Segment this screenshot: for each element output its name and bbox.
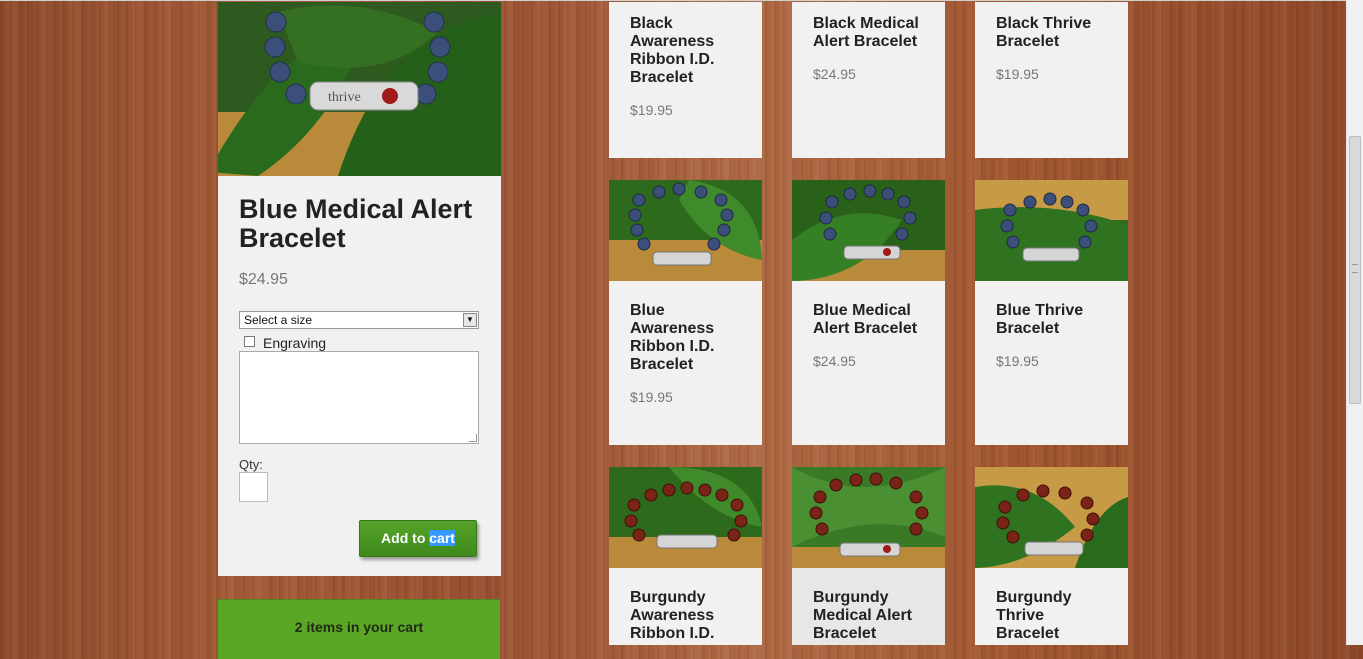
product-card[interactable]: Burgundy Thrive Bracelet <box>975 467 1128 645</box>
product-card[interactable]: Blue Thrive Bracelet $19.95 <box>975 180 1128 445</box>
product-name[interactable]: Burgundy Awareness Ribbon I.D. <box>630 589 745 643</box>
product-thumbnail[interactable] <box>792 180 945 281</box>
product-name[interactable]: Black Medical Alert Bracelet <box>813 15 928 51</box>
engraving-textarea[interactable] <box>239 351 479 444</box>
resize-grip-icon[interactable] <box>469 434 477 442</box>
product-name[interactable]: Burgundy Medical Alert Bracelet <box>813 589 928 643</box>
product-name[interactable]: Black Awareness Ribbon I.D. Bracelet <box>630 15 745 87</box>
product-card[interactable]: Burgundy Awareness Ribbon I.D. <box>609 467 762 645</box>
size-select-value: Select a size <box>244 313 313 327</box>
cart-summary-text: 2 items in your cart <box>294 619 424 635</box>
product-price: $19.95 <box>630 102 673 118</box>
product-name[interactable]: Blue Awareness Ribbon I.D. Bracelet <box>630 302 745 374</box>
product-price: $19.95 <box>996 353 1039 369</box>
qty-input[interactable] <box>239 472 268 502</box>
scrollbar-thumb[interactable] <box>1349 136 1361 404</box>
product-name[interactable]: Blue Medical Alert Bracelet <box>813 302 928 338</box>
product-price: $24.95 <box>239 271 288 288</box>
vertical-scrollbar[interactable] <box>1346 0 1363 645</box>
product-card[interactable]: Blue Medical Alert Bracelet $24.95 <box>792 180 945 445</box>
product-price: $19.95 <box>630 389 673 405</box>
cart-summary-bar[interactable]: 2 items in your cart <box>218 599 500 659</box>
add-to-cart-label: Add to <box>381 530 430 546</box>
engraving-label: Engraving <box>263 335 327 351</box>
product-image: thrive <box>218 2 501 176</box>
product-detail-panel: Blue Medical Alert Bracelet $24.95 Selec… <box>218 176 501 576</box>
scrollbar-grip-icon <box>1352 264 1358 273</box>
svg-text:thrive: thrive <box>328 90 361 105</box>
product-thumbnail[interactable] <box>975 467 1128 568</box>
add-to-cart-label-selected: cart <box>429 530 455 546</box>
product-thumbnail[interactable] <box>975 180 1128 281</box>
qty-label: Qty: <box>239 457 263 472</box>
product-card[interactable]: Black Thrive Bracelet $19.95 <box>975 2 1128 158</box>
top-border <box>0 0 1363 1</box>
product-name[interactable]: Black Thrive Bracelet <box>996 15 1111 51</box>
chevron-down-icon[interactable]: ▼ <box>463 313 477 327</box>
product-thumbnail[interactable] <box>609 467 762 568</box>
product-thumbnail[interactable] <box>792 467 945 568</box>
product-price: $24.95 <box>813 353 856 369</box>
engraving-checkbox[interactable] <box>244 336 255 347</box>
product-price: $19.95 <box>996 66 1039 82</box>
product-title: Blue Medical Alert Bracelet <box>239 194 473 253</box>
product-card[interactable]: Black Awareness Ribbon I.D. Bracelet $19… <box>609 2 762 158</box>
product-price: $24.95 <box>813 66 856 82</box>
product-thumbnail[interactable] <box>609 180 762 281</box>
product-card[interactable]: Black Medical Alert Bracelet $24.95 <box>792 2 945 158</box>
product-name[interactable]: Burgundy Thrive Bracelet <box>996 589 1111 643</box>
size-select[interactable]: Select a size ▼ <box>239 311 479 329</box>
product-card[interactable]: Burgundy Medical Alert Bracelet <box>792 467 945 645</box>
add-to-cart-button[interactable]: Add to cart <box>359 520 477 557</box>
product-name[interactable]: Blue Thrive Bracelet <box>996 302 1111 338</box>
product-card[interactable]: Blue Awareness Ribbon I.D. Bracelet $19.… <box>609 180 762 445</box>
